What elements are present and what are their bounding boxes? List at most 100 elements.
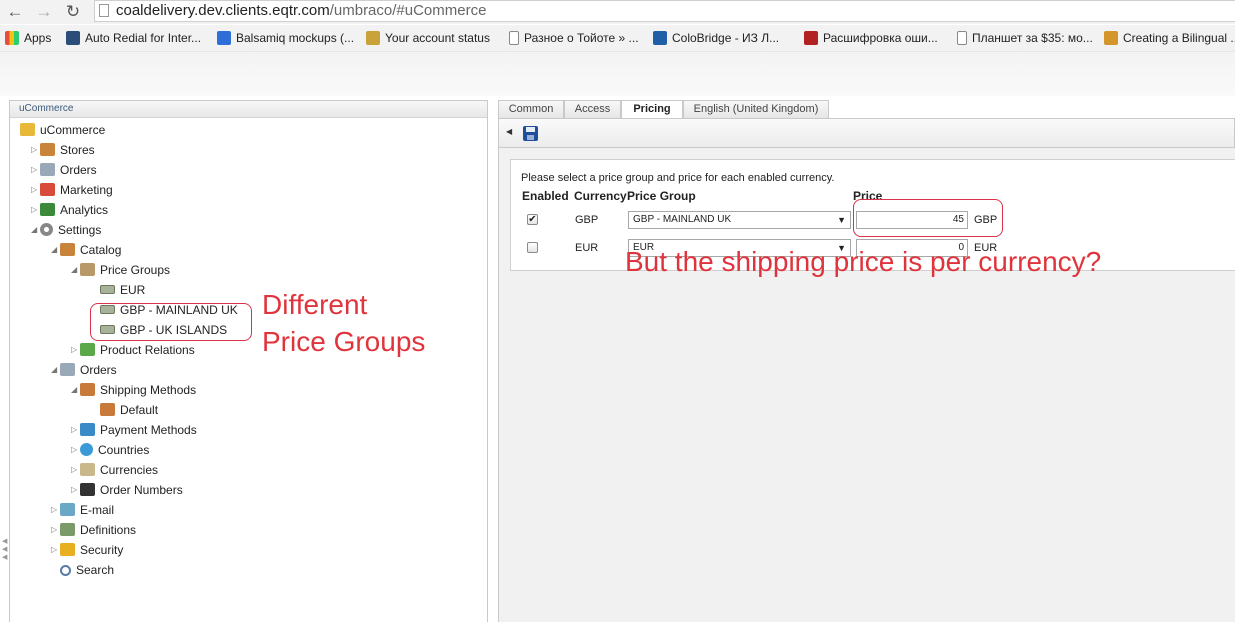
bookmark-label: Разное о Тойоте » ... — [524, 31, 639, 45]
tab-common[interactable]: Common — [498, 100, 564, 118]
tree-node[interactable]: Marketing — [40, 181, 113, 199]
tree-node-label: Orders — [60, 163, 97, 177]
url-path: /umbraco/#uCommerce — [329, 2, 487, 19]
expand-arrow-icon[interactable]: ◢ — [71, 261, 77, 279]
collapse-arrow-icon[interactable]: ◀ — [506, 127, 512, 136]
bookmark-label: Планшет за $35: мо... — [972, 31, 1093, 45]
tree-node[interactable]: Search — [60, 561, 114, 579]
tree-node-label: Security — [80, 543, 124, 557]
tree-node[interactable]: Product Relations — [80, 341, 195, 359]
tree-node[interactable]: Order Numbers — [80, 481, 183, 499]
tree-node[interactable]: uCommerce — [20, 121, 105, 139]
tree-node-label: Marketing — [60, 183, 113, 197]
bookmark-item[interactable]: Creating a Bilingual ... — [1104, 30, 1235, 46]
enabled-checkbox-gbp[interactable]: ✔ — [527, 214, 538, 225]
tn-icon — [66, 31, 80, 45]
bookmark-item[interactable]: Apps — [5, 30, 51, 46]
bookmark-item[interactable]: Balsamiq mockups (... — [217, 30, 354, 46]
tab-pricing[interactable]: Pricing — [621, 100, 683, 119]
tree-node[interactable]: Countries — [80, 441, 149, 459]
tree-panel-title: uCommerce — [19, 103, 74, 114]
forward-icon[interactable]: → — [34, 2, 54, 22]
collapse-arrow-icon[interactable]: ▷ — [71, 421, 77, 439]
tree-node-label: Search — [76, 563, 115, 577]
chevron-down-icon: ▼ — [837, 215, 846, 225]
bookmark-item[interactable]: Auto Redial for Inter... — [66, 30, 201, 46]
truck-icon — [80, 383, 95, 396]
editor-toolbar: ◀ — [498, 118, 1235, 148]
tree-node[interactable]: Orders — [40, 161, 97, 179]
expand-arrow-icon[interactable]: ◢ — [71, 381, 77, 399]
tree-node[interactable]: Definitions — [60, 521, 136, 539]
collapse-arrow-icon[interactable]: ▷ — [51, 521, 57, 539]
collapse-arrow-icon[interactable]: ▷ — [71, 481, 77, 499]
back-icon[interactable]: ← — [5, 2, 25, 22]
checkmark-icon: ✔ — [528, 214, 537, 225]
annotation-price-outline — [853, 199, 1003, 237]
collapse-arrow-icon[interactable]: ▷ — [71, 341, 77, 359]
creating-icon — [1104, 31, 1118, 45]
panel-resize-handle[interactable]: ◀ ◀ ◀ — [2, 538, 8, 568]
price-groups-icon — [80, 263, 95, 276]
url-host: coaldelivery.dev.clients.eqtr.com — [116, 2, 330, 19]
tree-node[interactable]: Settings — [40, 221, 101, 239]
expand-arrow-icon[interactable]: ◢ — [31, 221, 37, 239]
price-group-select-gbp[interactable]: GBP - MAINLAND UK ▼ — [628, 211, 851, 229]
bookmark-item[interactable]: Расшифровка оши... — [804, 30, 938, 46]
tree-node-label: uCommerce — [40, 123, 106, 137]
annotation-different-line1: Different — [262, 289, 368, 320]
header-currency: Currency — [574, 189, 627, 203]
tree-node[interactable]: Analytics — [40, 201, 108, 219]
tree-node[interactable]: E-mail — [60, 501, 114, 519]
tree-node-label: Catalog — [80, 243, 122, 257]
balsamiq-icon — [217, 31, 231, 45]
tree-node[interactable]: Default — [100, 401, 158, 419]
collapse-arrow-icon[interactable]: ▷ — [51, 541, 57, 559]
tree-node[interactable]: Stores — [40, 141, 95, 159]
catalog-icon — [60, 243, 75, 256]
tree-panel: uCommerce uCommerce ▷ Stores ▷ Orders ▷ Market… — [9, 100, 488, 622]
tree-node[interactable]: Security — [60, 541, 123, 559]
collapse-arrow-icon[interactable]: ▷ — [31, 161, 37, 179]
tree-node-label: Settings — [58, 223, 102, 237]
tree-node[interactable]: Price Groups — [80, 261, 170, 279]
collapse-arrow-icon[interactable]: ▷ — [71, 441, 77, 459]
payment-icon — [80, 423, 95, 436]
collapse-arrow-icon[interactable]: ▷ — [31, 141, 37, 159]
page-icon — [957, 31, 967, 45]
collapse-arrow-icon[interactable]: ▷ — [31, 181, 37, 199]
enabled-checkbox-eur[interactable] — [527, 242, 538, 253]
tree-node-label: Order Numbers — [100, 483, 183, 497]
banknote-icon — [100, 285, 115, 294]
bookmark-item[interactable]: Планшет за $35: мо... — [957, 30, 1093, 46]
pricing-instruction: Please select a price group and price fo… — [521, 172, 835, 184]
tree-node-label: Analytics — [60, 203, 109, 217]
tree-node[interactable]: Payment Methods — [80, 421, 197, 439]
tree-node[interactable]: Orders — [60, 361, 117, 379]
tab-english-united-kingdom[interactable]: English (United Kingdom) — [683, 100, 829, 118]
tab-access[interactable]: Access — [564, 100, 621, 118]
tree-node[interactable]: Shipping Methods — [80, 381, 196, 399]
reload-icon[interactable]: ↻ — [63, 2, 83, 22]
apps-grid-icon — [5, 31, 19, 45]
header-price-group: Price Group — [627, 189, 696, 203]
tree-node[interactable]: Catalog — [60, 241, 121, 259]
bookmark-item[interactable]: Your account status — [366, 30, 490, 46]
collapse-arrow-icon[interactable]: ▷ — [51, 501, 57, 519]
tree-node[interactable]: Currencies — [80, 461, 158, 479]
save-icon[interactable] — [523, 126, 538, 141]
collapse-arrow-icon[interactable]: ▷ — [31, 201, 37, 219]
tree-node-label: Default — [120, 403, 159, 417]
tree-node-label: Shipping Methods — [100, 383, 197, 397]
bookmark-item[interactable]: ColoBridge - ИЗ Л... — [653, 30, 779, 46]
orders-icon — [60, 363, 75, 376]
expand-arrow-icon[interactable]: ◢ — [51, 241, 57, 259]
url-text[interactable]: coaldelivery.dev.clients.eqtr.com/umbrac… — [116, 2, 486, 20]
bookmark-label: ColoBridge - ИЗ Л... — [672, 31, 780, 45]
expand-arrow-icon[interactable]: ◢ — [51, 361, 57, 379]
bookmark-label: Balsamiq mockups (... — [236, 31, 355, 45]
collapse-arrow-icon[interactable]: ▷ — [71, 461, 77, 479]
product-relations-icon — [80, 343, 95, 356]
tree-node[interactable]: EUR — [100, 281, 145, 299]
bookmark-item[interactable]: Разное о Тойоте » ... — [509, 30, 639, 46]
